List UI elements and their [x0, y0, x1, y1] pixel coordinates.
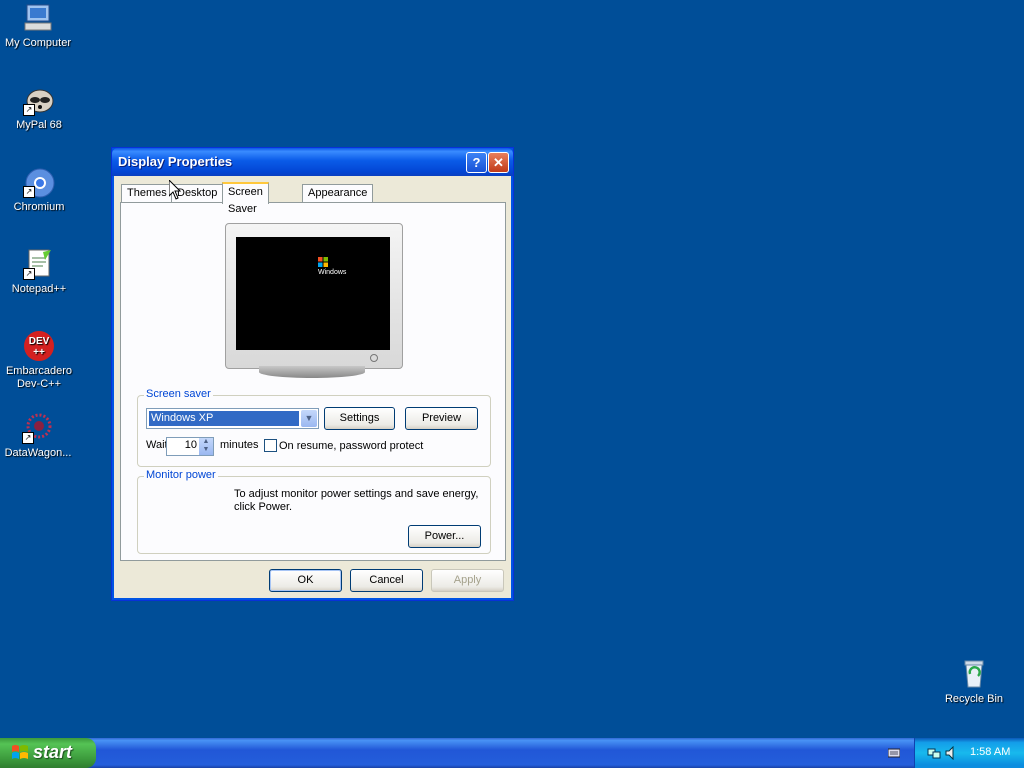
- network-icon[interactable]: [927, 746, 941, 760]
- shortcut-arrow-icon: ↗: [23, 186, 35, 198]
- svg-text:++: ++: [33, 347, 45, 358]
- preview-screen: Windows: [236, 237, 390, 350]
- wait-spinner[interactable]: 10 ▲ ▼: [166, 437, 214, 456]
- spin-buttons[interactable]: ▲ ▼: [199, 438, 213, 455]
- wait-value: 10: [184, 439, 197, 451]
- windows-flag-icon: [12, 745, 28, 759]
- chevron-down-icon[interactable]: ▼: [301, 410, 317, 427]
- tab-themes[interactable]: Themes: [121, 184, 173, 202]
- screen-saver-group-label: Screen saver: [144, 388, 213, 400]
- system-tray: 1:58 AM: [914, 738, 1024, 768]
- dialog-title: Display Properties: [118, 154, 233, 169]
- notepadpp-icon: ↗: [23, 248, 55, 280]
- start-label: start: [33, 742, 73, 762]
- title-bar[interactable]: Display Properties ? ✕: [112, 148, 513, 176]
- screen-saver-group: Screen saver Windows XP ▼ Settings Previ…: [137, 388, 491, 467]
- screen-saver-panel: Windows Screen saver Windows XP ▼ Settin…: [120, 202, 506, 561]
- desktop-icon-label: Chromium: [13, 201, 65, 213]
- settings-button[interactable]: Settings: [324, 407, 395, 430]
- mouse-cursor-icon: [169, 180, 181, 200]
- screen-saver-select[interactable]: Windows XP ▼: [146, 408, 319, 429]
- monitor-power-description: To adjust monitor power settings and sav…: [234, 488, 479, 513]
- desktop-icon-mypal[interactable]: ↗ MyPal 68: [1, 84, 77, 132]
- spin-up-icon[interactable]: ▲: [199, 438, 213, 446]
- preview-button[interactable]: Preview: [405, 407, 478, 430]
- screen-saver-selected: Windows XP: [149, 411, 299, 426]
- shortcut-arrow-icon: ↗: [23, 268, 35, 280]
- desktop-icon-label: DataWagon...: [4, 447, 72, 459]
- volume-icon[interactable]: [945, 746, 957, 760]
- devcpp-icon: DEV ++: [23, 330, 55, 362]
- datawagon-icon: ↗: [22, 412, 54, 444]
- windows-logo: Windows: [318, 257, 346, 276]
- recycle-bin-icon: [958, 658, 990, 690]
- chromium-icon: ↗: [23, 166, 55, 198]
- display-properties-dialog: Display Properties ? ✕ Themes Desktop Sc…: [111, 147, 514, 601]
- desktop-icon-chromium[interactable]: ↗ Chromium: [1, 166, 77, 214]
- power-led-icon: [370, 354, 378, 362]
- password-protect-checkbox[interactable]: [264, 439, 277, 452]
- desktop-icon-datawagon[interactable]: ↗ DataWagon...: [0, 412, 76, 460]
- apply-button[interactable]: Apply: [431, 569, 504, 592]
- spin-down-icon[interactable]: ▼: [199, 446, 213, 454]
- windows-logo-text: Windows: [318, 269, 347, 276]
- start-button[interactable]: start: [0, 738, 96, 768]
- monitor-preview: Windows: [225, 223, 403, 369]
- monitor-power-group-label: Monitor power: [144, 469, 218, 481]
- monitor-power-group: Monitor power To adjust monitor power se…: [137, 469, 491, 554]
- raccoon-icon: ↗: [23, 84, 55, 116]
- monitor-stand: [259, 366, 365, 378]
- desktop-icon-label: My Computer: [4, 37, 72, 49]
- desktop-icon-recycle-bin[interactable]: Recycle Bin: [936, 658, 1012, 706]
- computer-icon: [22, 2, 54, 34]
- password-protect-label[interactable]: On resume, password protect: [279, 440, 423, 452]
- desktop-icon-my-computer[interactable]: My Computer: [0, 2, 76, 50]
- desktop-icon-label: Embarcadero Dev-C++: [5, 365, 73, 390]
- close-button[interactable]: ✕: [488, 152, 509, 173]
- desktop-icon-label: MyPal 68: [16, 119, 62, 131]
- keyboard-icon[interactable]: [888, 747, 900, 759]
- minutes-label: minutes: [220, 439, 259, 451]
- desktop-icon-notepadpp[interactable]: ↗ Notepad++: [1, 248, 77, 296]
- shortcut-arrow-icon: ↗: [22, 432, 34, 444]
- desktop-icon-label: Notepad++: [11, 283, 67, 295]
- desktop-icon-label: Recycle Bin: [944, 693, 1004, 705]
- tab-appearance[interactable]: Appearance: [302, 184, 374, 202]
- ok-button[interactable]: OK: [269, 569, 342, 592]
- shortcut-arrow-icon: ↗: [23, 104, 35, 116]
- help-button[interactable]: ?: [466, 152, 487, 173]
- desktop-icon-devcpp[interactable]: DEV ++ Embarcadero Dev-C++: [1, 330, 77, 391]
- svg-text:DEV: DEV: [29, 336, 50, 347]
- windows-flag-icon: [318, 257, 328, 267]
- power-button[interactable]: Power...: [408, 525, 481, 548]
- taskbar: start 1:58 AM: [0, 738, 1024, 768]
- cancel-button[interactable]: Cancel: [350, 569, 423, 592]
- tab-screen-saver[interactable]: Screen Saver: [222, 182, 269, 215]
- clock[interactable]: 1:58 AM: [970, 746, 1010, 758]
